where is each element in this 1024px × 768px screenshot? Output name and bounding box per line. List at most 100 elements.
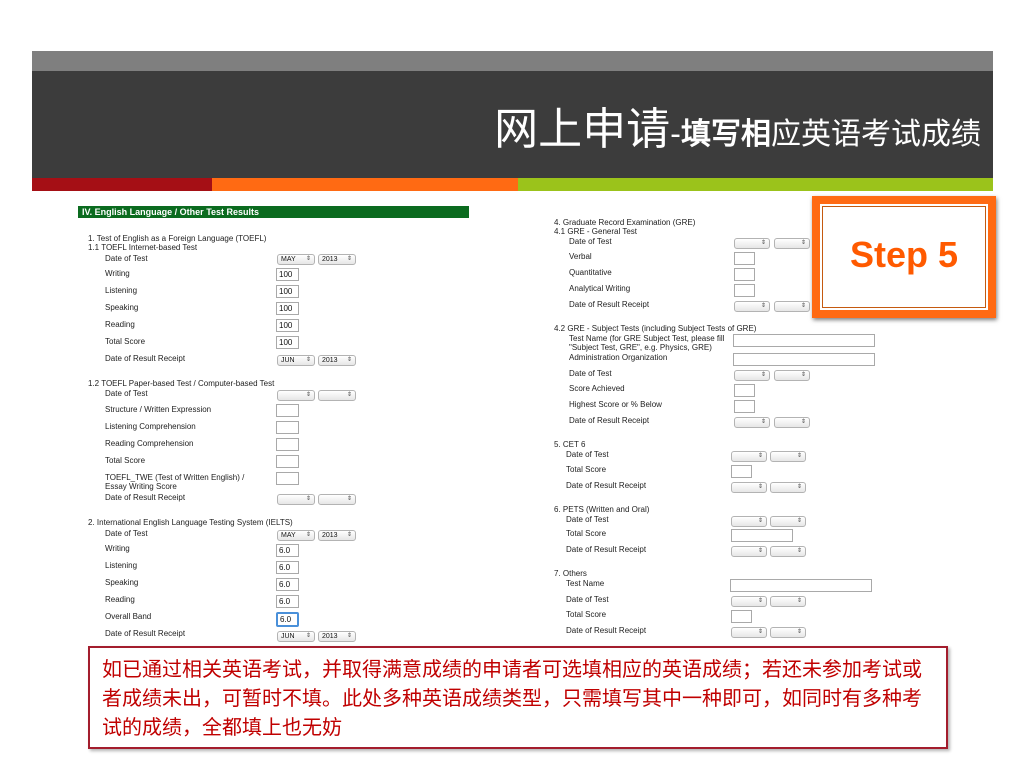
cet-date-label: Date of Test <box>566 450 609 459</box>
pets-date-year-select[interactable]: ⇕ <box>770 516 806 527</box>
updown-arrow-icon: ⇕ <box>796 598 802 604</box>
ielts-reading-label: Reading <box>105 595 135 604</box>
others-total-label: Total Score <box>566 610 607 619</box>
gre-verbal-label: Verbal <box>569 252 592 261</box>
updown-arrow-icon: ⇕ <box>796 518 802 524</box>
others-receipt-label: Date of Result Receipt <box>566 626 647 635</box>
pbt-listening-input[interactable] <box>276 421 299 434</box>
ibt-speaking-label: Speaking <box>105 303 139 312</box>
title-main: 网上申请 <box>494 104 671 155</box>
updown-arrow-icon: ⇕ <box>800 372 806 378</box>
pbt-listening-label: Listening Comprehension <box>105 422 196 431</box>
ibt-speaking-input[interactable]: 100 <box>276 302 299 315</box>
ielts-date-month-select[interactable]: MAY ⇕ <box>277 530 315 541</box>
pets-date-month-select[interactable]: ⇕ <box>731 516 767 527</box>
others-date-year-select[interactable]: ⇕ <box>770 596 806 607</box>
ielts-reading-input[interactable]: 6.0 <box>276 595 299 608</box>
others-name-input[interactable] <box>730 579 872 592</box>
gre-analytical-label: Analytical Writing <box>569 284 631 293</box>
others-date-month-select[interactable]: ⇕ <box>731 596 767 607</box>
pets-date-label: Date of Test <box>566 515 609 524</box>
cet-receipt-label: Date of Result Receipt <box>566 481 647 490</box>
ibt-date-month-select[interactable]: MAY ⇕ <box>277 254 315 265</box>
ielts-listening-input[interactable]: 6.0 <box>276 561 299 574</box>
gre-date-year-select[interactable]: ⇕ <box>774 238 810 249</box>
ielts-date-year-select[interactable]: 2013 ⇕ <box>318 530 356 541</box>
others-receipt-year-select[interactable]: ⇕ <box>770 627 806 638</box>
pbt-structure-input[interactable] <box>276 404 299 417</box>
ielts-speaking-input[interactable]: 6.0 <box>276 578 299 591</box>
section-title: IV. English Language / Other Test Result… <box>82 207 260 217</box>
cet-date-year-select[interactable]: ⇕ <box>770 451 806 462</box>
gre-date-month-select[interactable]: ⇕ <box>734 238 770 249</box>
updown-arrow-icon: ⇕ <box>346 532 352 538</box>
gre-subject-name-label-1: Test Name (for GRE Subject Test, please … <box>569 334 725 343</box>
gre-quant-label: Quantitative <box>569 268 612 277</box>
ibt-reading-label: Reading <box>105 320 135 329</box>
updown-arrow-icon: ⇕ <box>800 240 806 246</box>
gre-subject-date-label: Date of Test <box>569 369 612 378</box>
gre-subject-date-month-select[interactable]: ⇕ <box>734 370 770 381</box>
slide-header: 网上申请-填写相应英语考试成绩 <box>32 71 993 178</box>
ibt-reading-input[interactable]: 100 <box>276 319 299 332</box>
ibt-writing-input[interactable]: 100 <box>276 268 299 281</box>
ielts-receipt-month-select[interactable]: JUN ⇕ <box>277 631 315 642</box>
ibt-listening-input[interactable]: 100 <box>276 285 299 298</box>
pets-heading: 6. PETS (Written and Oral) <box>554 505 650 514</box>
gre-subject-score-input[interactable] <box>734 384 755 397</box>
pbt-twe-label-2: Essay Writing Score <box>105 482 177 491</box>
header-top-strip <box>32 51 993 71</box>
pbt-total-input[interactable] <box>276 455 299 468</box>
pbt-twe-input[interactable] <box>276 472 299 485</box>
gre-subject-highest-input[interactable] <box>734 400 755 413</box>
ielts-overall-input[interactable]: 6.0 <box>276 612 299 627</box>
pets-receipt-month-select[interactable]: ⇕ <box>731 546 767 557</box>
title-bold: 填写相 <box>681 117 771 152</box>
cet-date-month-select[interactable]: ⇕ <box>731 451 767 462</box>
gre-analytical-input[interactable] <box>734 284 755 297</box>
updown-arrow-icon: ⇕ <box>346 256 352 262</box>
ibt-receipt-year-select[interactable]: 2013 ⇕ <box>318 355 356 366</box>
cet-receipt-month-select[interactable]: ⇕ <box>731 482 767 493</box>
ibt-date-year-select[interactable]: 2013 ⇕ <box>318 254 356 265</box>
gre-subject-org-input[interactable] <box>733 353 875 366</box>
gre-quant-input[interactable] <box>734 268 755 281</box>
ibt-receipt-month-select[interactable]: JUN ⇕ <box>277 355 315 366</box>
gre-receipt-year-select[interactable]: ⇕ <box>774 301 810 312</box>
pbt-receipt-month-select[interactable]: ⇕ <box>277 494 315 505</box>
gre-subject-date-year-select[interactable]: ⇕ <box>774 370 810 381</box>
gre-subject-receipt-year-select[interactable]: ⇕ <box>774 417 810 428</box>
pets-receipt-year-select[interactable]: ⇕ <box>770 546 806 557</box>
gre-verbal-input[interactable] <box>734 252 755 265</box>
pbt-receipt-label: Date of Result Receipt <box>105 493 186 502</box>
ibt-total-input[interactable]: 100 <box>276 336 299 349</box>
updown-arrow-icon: ⇕ <box>760 303 766 309</box>
gre-subject-org-label: Administration Organization <box>569 353 668 362</box>
ielts-writing-input[interactable]: 6.0 <box>276 544 299 557</box>
ielts-date-label: Date of Test <box>105 529 148 538</box>
pets-total-label: Total Score <box>566 529 607 538</box>
updown-arrow-icon: ⇕ <box>305 357 311 363</box>
cet-total-input[interactable] <box>731 465 752 478</box>
gre-subject-name-input[interactable] <box>733 334 875 347</box>
updown-arrow-icon: ⇕ <box>305 392 311 398</box>
ielts-receipt-year-select[interactable]: 2013 ⇕ <box>318 631 356 642</box>
pbt-receipt-year-select[interactable]: ⇕ <box>318 494 356 505</box>
gre-receipt-month-select[interactable]: ⇕ <box>734 301 770 312</box>
gre-heading: 4. Graduate Record Examination (GRE) <box>554 218 696 227</box>
gre-subject-heading: 4.2 GRE - Subject Tests (including Subje… <box>554 324 757 333</box>
others-receipt-month-select[interactable]: ⇕ <box>731 627 767 638</box>
pbt-reading-input[interactable] <box>276 438 299 451</box>
gre-subject-receipt-month-select[interactable]: ⇕ <box>734 417 770 428</box>
note-box: 如已通过相关英语考试，并取得满意成绩的申请者可选填相应的英语成绩；若还未参加考试… <box>88 646 948 749</box>
others-name-label: Test Name <box>566 579 605 588</box>
ielts-speaking-label: Speaking <box>105 578 139 587</box>
pbt-date-year-select[interactable]: ⇕ <box>318 390 356 401</box>
ielts-overall-label: Overall Band <box>105 612 152 621</box>
cet-receipt-year-select[interactable]: ⇕ <box>770 482 806 493</box>
updown-arrow-icon: ⇕ <box>800 419 806 425</box>
others-total-input[interactable] <box>731 610 752 623</box>
pbt-date-month-select[interactable]: ⇕ <box>277 390 315 401</box>
toefl-heading: 1. Test of English as a Foreign Language… <box>88 234 267 243</box>
pets-total-input[interactable] <box>731 529 793 542</box>
